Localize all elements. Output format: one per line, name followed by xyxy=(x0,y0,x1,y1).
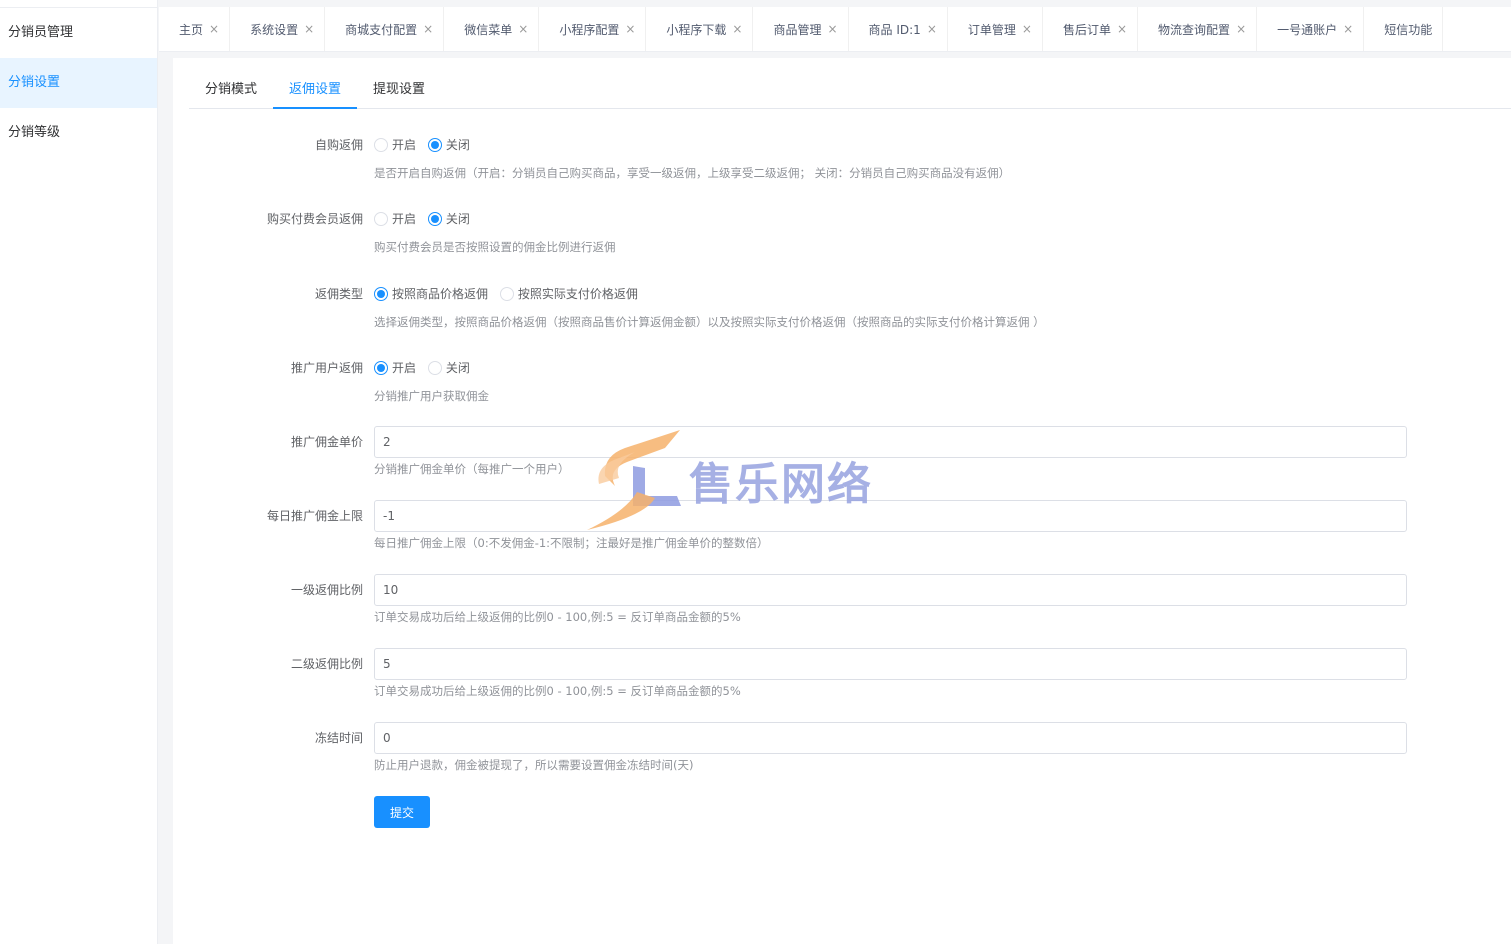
close-icon[interactable]: × xyxy=(1343,22,1353,36)
promote-user-help: 分销推广用户获取佣金 xyxy=(374,389,489,403)
promote-user-radio-on[interactable]: 开启 xyxy=(374,359,416,376)
top-tab[interactable]: 小程序配置 × xyxy=(539,7,647,51)
top-tab-label: 一号通账户 xyxy=(1277,22,1338,37)
radio-circle-icon xyxy=(427,360,442,375)
level2-ratio-help: 订单交易成功后给上级返佣的比例0 - 100,例:5 = 反订单商品金额的5% xyxy=(374,684,741,698)
radio-circle-icon xyxy=(374,137,388,152)
rebate-type-help: 选择返佣类型，按照商品价格返佣（按照商品售价计算返佣金额）以及按照实际支付价格返… xyxy=(374,315,1045,329)
top-tab[interactable]: 商城支付配置 × xyxy=(325,7,445,51)
top-tab-label: 商城支付配置 xyxy=(345,22,418,37)
sidebar-item-distribution-levels[interactable]: 分销等级 xyxy=(0,108,157,158)
tab-bar-list: 主页 × 系统设置 × 商城支付配置 × 微信菜单 × 小程序配置 × 小程序下载 × 商品管理 × 商品 … xyxy=(159,7,1511,51)
close-icon[interactable]: × xyxy=(1236,22,1246,36)
paid-member-label: 购买付费会员返佣 xyxy=(266,212,363,226)
close-icon[interactable]: × xyxy=(625,22,635,36)
top-tab-label: 主页 xyxy=(179,22,204,37)
top-tab-label: 微信菜单 xyxy=(464,22,513,37)
subtab-withdraw-settings[interactable]: 提现设置 xyxy=(357,71,441,109)
top-tab[interactable]: 系统设置 × xyxy=(230,7,326,51)
top-tab-label: 小程序下载 xyxy=(666,22,727,37)
close-icon[interactable]: × xyxy=(1022,22,1032,36)
freeze-time-input[interactable] xyxy=(374,722,1407,754)
promote-user-label: 推广用户返佣 xyxy=(290,361,363,375)
radio-circle-icon xyxy=(374,211,388,226)
promote-price-label: 推广佣金单价 xyxy=(290,435,363,449)
radio-circle-icon xyxy=(427,211,442,226)
top-tab[interactable]: 微信菜单 × xyxy=(444,7,540,51)
self-purchase-help: 是否开启自购返佣（开启：分销员自己购买商品，享受一级返佣，上级享受二级返佣； 关… xyxy=(374,166,1011,180)
subtab-rebate-settings[interactable]: 返佣设置 xyxy=(273,71,358,109)
level1-ratio-input[interactable] xyxy=(374,574,1407,606)
top-tab[interactable]: 商品 ID:1 × xyxy=(849,7,948,51)
daily-limit-help: 每日推广佣金上限（0:不发佣金-1:不限制；注最好是推广佣金单价的整数倍） xyxy=(374,536,769,550)
sidebar-item-distribution-settings[interactable]: 分销设置 xyxy=(0,58,157,108)
radio-circle-icon xyxy=(427,137,442,152)
daily-limit-input[interactable] xyxy=(374,500,1407,532)
promote-price-input[interactable] xyxy=(374,426,1407,458)
top-tab-label: 售后订单 xyxy=(1062,22,1111,37)
close-icon[interactable]: × xyxy=(927,22,937,36)
top-tab[interactable]: 小程序下载 × xyxy=(646,7,754,51)
top-tab-label: 商品 ID:1 xyxy=(868,22,921,37)
submit-button[interactable]: 提交 xyxy=(374,796,430,828)
sidebar-top-divider xyxy=(0,0,157,8)
settings-subtabs: 分销模式 返佣设置 提现设置 xyxy=(189,71,1511,109)
top-tab-label: 短信功能 xyxy=(1384,22,1433,37)
top-tab[interactable]: 售后订单 × xyxy=(1043,7,1139,51)
paid-member-radio-group: 开启 关闭 xyxy=(374,210,478,229)
close-icon[interactable]: × xyxy=(209,22,219,36)
radio-circle-icon xyxy=(374,360,388,375)
radio-circle-icon xyxy=(499,286,514,301)
freeze-time-label: 冻结时间 xyxy=(314,731,363,745)
level2-ratio-label: 二级返佣比例 xyxy=(290,657,363,671)
subtab-distribution-mode[interactable]: 分销模式 xyxy=(189,71,273,109)
top-tab[interactable]: 商品管理 × xyxy=(753,7,849,51)
close-icon[interactable]: × xyxy=(304,22,314,36)
top-tab[interactable]: 短信功能 xyxy=(1364,7,1444,51)
top-tab-label: 小程序配置 xyxy=(559,22,620,37)
self-purchase-label: 自购返佣 xyxy=(314,138,363,152)
rebate-type-radio-group: 按照商品价格返佣 按照实际支付价格返佣 xyxy=(374,285,646,304)
level2-ratio-input[interactable] xyxy=(374,648,1407,680)
top-tab-label: 订单管理 xyxy=(967,22,1016,37)
promote-user-radio-off[interactable]: 关闭 xyxy=(427,359,470,376)
level1-ratio-help: 订单交易成功后给上级返佣的比例0 - 100,例:5 = 反订单商品金额的5% xyxy=(374,610,741,624)
close-icon[interactable]: × xyxy=(827,22,837,36)
top-tab[interactable]: 一号通账户 × xyxy=(1257,7,1365,51)
freeze-time-help: 防止用户退款，佣金被提现了，所以需要设置佣金冻结时间(天) xyxy=(374,758,694,772)
level1-ratio-label: 一级返佣比例 xyxy=(290,583,363,597)
sidebar: 分销员管理 分销设置 分销等级 xyxy=(0,0,158,944)
top-tab-label: 物流查询配置 xyxy=(1158,22,1231,37)
rebate-type-label: 返佣类型 xyxy=(314,287,363,301)
top-tab[interactable]: 物流查询配置 × xyxy=(1138,7,1258,51)
top-tab[interactable]: 订单管理 × xyxy=(948,7,1043,51)
self-purchase-radio-on[interactable]: 开启 xyxy=(374,136,416,153)
close-icon[interactable]: × xyxy=(423,22,433,36)
sidebar-item-distributor-management[interactable]: 分销员管理 xyxy=(0,8,157,58)
paid-member-radio-on[interactable]: 开启 xyxy=(374,210,416,227)
tab-bar: 主页 × 系统设置 × 商城支付配置 × 微信菜单 × 小程序配置 × 小程序下载 × 商品管理 × 商品 … xyxy=(159,0,1511,52)
self-purchase-radio-off[interactable]: 关闭 xyxy=(427,136,470,153)
paid-member-radio-off[interactable]: 关闭 xyxy=(427,210,470,227)
self-purchase-radio-group: 开启 关闭 xyxy=(374,136,478,155)
radio-circle-icon xyxy=(374,286,388,301)
close-icon[interactable]: × xyxy=(732,22,742,36)
top-tab[interactable]: 主页 × xyxy=(159,7,231,51)
close-icon[interactable]: × xyxy=(1117,22,1127,36)
promote-user-radio-group: 开启 关闭 xyxy=(374,359,478,378)
top-tab-label: 系统设置 xyxy=(250,22,299,37)
rebate-type-radio-actual-paid[interactable]: 按照实际支付价格返佣 xyxy=(499,285,638,302)
promote-price-help: 分销推广佣金单价（每推广一个用户） xyxy=(374,462,570,476)
content-card: 分销模式 返佣设置 提现设置 自购返佣 开启 关闭 是否开启自购返佣（开启：分销… xyxy=(173,58,1511,944)
rebate-type-radio-product-price[interactable]: 按照商品价格返佣 xyxy=(374,285,488,302)
paid-member-help: 购买付费会员是否按照设置的佣金比例进行返佣 xyxy=(374,240,616,254)
top-tab-label: 商品管理 xyxy=(773,22,822,37)
close-icon[interactable]: × xyxy=(518,22,528,36)
daily-limit-label: 每日推广佣金上限 xyxy=(266,509,363,523)
